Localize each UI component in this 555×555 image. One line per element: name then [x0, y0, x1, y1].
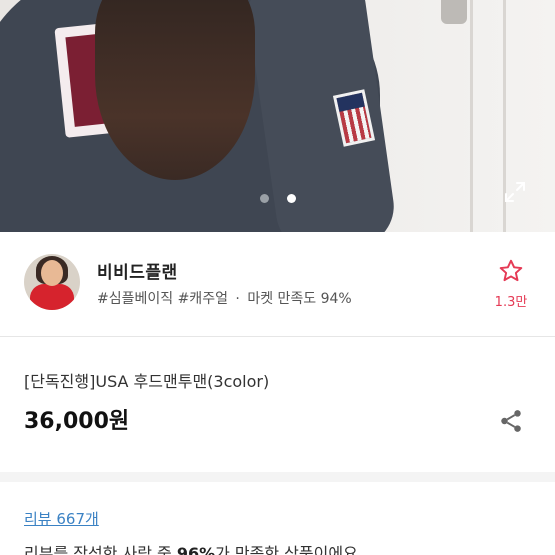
star-outline-icon	[499, 259, 523, 282]
wall-fixture	[441, 0, 467, 24]
wall-edge	[470, 0, 473, 232]
pagination-dot-active[interactable]	[287, 194, 296, 203]
shop-satisfaction: 마켓 만족도 94%	[247, 291, 352, 307]
section-spacer	[0, 472, 555, 482]
divider	[0, 336, 555, 337]
pagination-dot[interactable]	[260, 194, 269, 203]
shop-meta: #심플베이직 #캐주얼 · 마켓 만족도 94%	[97, 288, 352, 308]
shop-info[interactable]: 비비드플랜 #심플베이직 #캐주얼 · 마켓 만족도 94% 1.3만	[0, 232, 555, 336]
review-summary-suffix: 가 만족한 상품이에요	[215, 544, 358, 555]
review-summary-percent: 96%	[176, 544, 216, 555]
review-count-link[interactable]: 리뷰 667개	[24, 508, 99, 529]
review-summary: 리뷰를 작성한 사람 중 96%가 만족한 상품이에요	[24, 540, 358, 555]
favorite-button[interactable]: 1.3만	[488, 258, 534, 310]
review-summary-prefix: 리뷰를 작성한 사람 중	[24, 544, 177, 555]
meta-separator: ·	[235, 291, 240, 307]
shop-tags: #심플베이직 #캐주얼	[97, 291, 228, 307]
expand-icon[interactable]	[503, 180, 527, 204]
product-title: [단독진행]USA 후드맨투맨(3color)	[24, 372, 270, 391]
share-icon[interactable]	[498, 408, 524, 434]
shop-name[interactable]: 비비드플랜	[97, 258, 178, 283]
product-photo[interactable]	[0, 0, 555, 232]
favorite-count: 1.3만	[494, 295, 528, 310]
shop-avatar[interactable]	[24, 254, 80, 310]
gallery-pagination	[260, 194, 296, 203]
product-price: 36,000원	[24, 409, 130, 434]
